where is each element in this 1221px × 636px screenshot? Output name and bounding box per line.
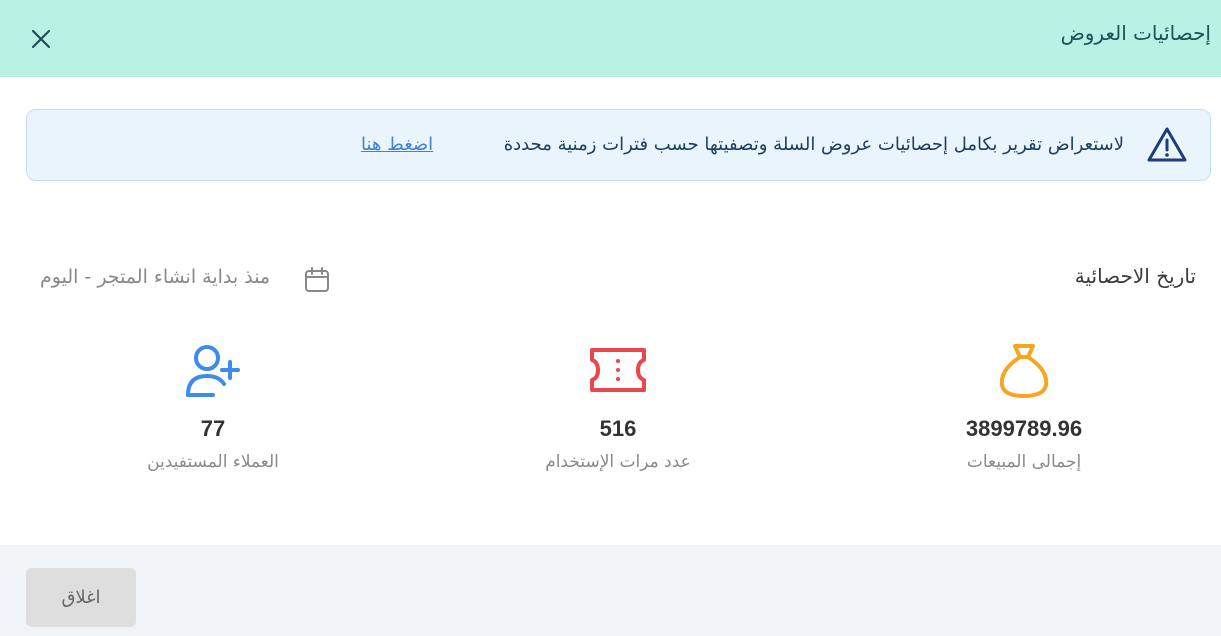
stat-beneficiary-customers: 77 العملاء المستفيدين bbox=[63, 340, 363, 472]
calendar-icon bbox=[303, 266, 331, 294]
user-plus-icon bbox=[186, 345, 240, 397]
stat-value: 77 bbox=[200, 416, 226, 441]
close-button[interactable]: اغلاق bbox=[26, 568, 136, 627]
stat-total-sales: 3899789.96 إجمالى المبيعات bbox=[874, 340, 1174, 472]
stats-date-value: منذ بداية انشاء المتجر - اليوم bbox=[40, 266, 271, 288]
statistics-modal: إحصائيات العروض لاستعراض تقرير بكامل إحص… bbox=[0, 0, 1221, 636]
stat-label: إجمالى المبيعات bbox=[966, 452, 1082, 472]
stat-label: عدد مرات الإستخدام bbox=[545, 452, 691, 472]
banner-text: لاستعراض تقرير بكامل إحصائيات عروض السلة… bbox=[503, 134, 1124, 155]
stat-value: 3899789.96 bbox=[965, 416, 1083, 441]
modal-footer: اغلاق bbox=[0, 545, 1221, 636]
stats-date-label: تاريخ الاحصائية bbox=[1074, 264, 1196, 288]
click-here-link[interactable]: اضغط هنا bbox=[361, 134, 433, 155]
stat-usage-count: 516 عدد مرات الإستخدام bbox=[468, 340, 768, 472]
money-bag-icon bbox=[999, 344, 1049, 398]
close-icon[interactable] bbox=[26, 24, 56, 54]
warning-icon bbox=[1146, 126, 1188, 164]
ticket-icon bbox=[590, 348, 646, 392]
stat-value: 516 bbox=[599, 416, 637, 441]
modal-title: إحصائيات العروض bbox=[1060, 21, 1211, 45]
modal-header: إحصائيات العروض bbox=[0, 0, 1221, 77]
info-banner: لاستعراض تقرير بكامل إحصائيات عروض السلة… bbox=[26, 109, 1211, 181]
stat-label: العملاء المستفيدين bbox=[147, 452, 279, 472]
